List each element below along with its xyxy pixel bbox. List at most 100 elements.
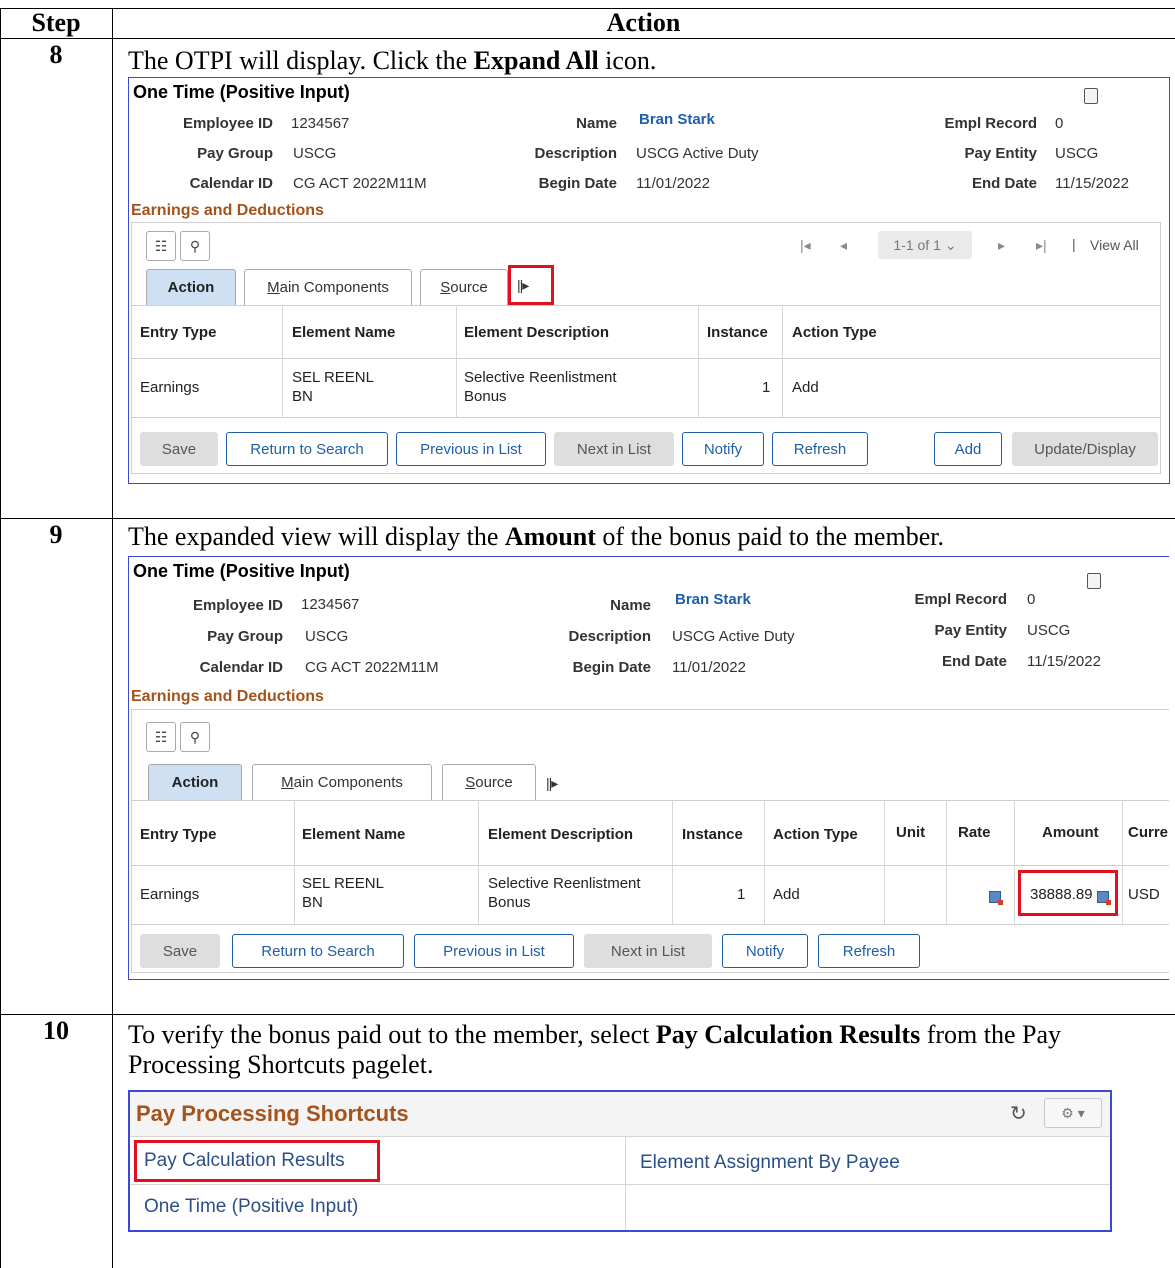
calendar-id-value: CG ACT 2022M11M: [293, 175, 427, 192]
element-assignment-by-payee-link[interactable]: Element Assignment By Payee: [640, 1152, 900, 1174]
row-entry-type: Earnings: [140, 379, 200, 396]
settings-gear-icon[interactable]: ⚙ ▾: [1044, 1098, 1102, 1128]
notepad-icon[interactable]: [1084, 88, 1098, 104]
pay-group-label: Pay Group: [207, 628, 283, 645]
step-number-10: 10: [43, 1016, 69, 1045]
refresh-icon[interactable]: ↻: [1010, 1101, 1027, 1126]
empl-record-label: Empl Record: [944, 115, 1037, 132]
search-icon[interactable]: ⚲: [180, 722, 210, 752]
name-value[interactable]: Bran Stark: [675, 591, 751, 608]
calendar-id-label: Calendar ID: [199, 659, 283, 676]
pay-processing-shortcuts-pagelet: Pay Processing Shortcuts ↻ ⚙ ▾ Pay Calcu…: [128, 1090, 1112, 1232]
notify-button[interactable]: Notify: [682, 432, 764, 466]
tab-source[interactable]: Source: [420, 269, 508, 305]
col-instance: Instance: [682, 826, 743, 843]
collapse-all-icon[interactable]: ||▸: [546, 775, 558, 792]
view-all-link[interactable]: View All: [1090, 237, 1139, 253]
step-10-instruction: To verify the bonus paid out to the memb…: [128, 1020, 1061, 1079]
col-entry-type: Entry Type: [140, 324, 217, 341]
step-column-header: Step: [31, 8, 81, 37]
personalize-grid-icon[interactable]: ☷: [146, 722, 176, 752]
col-amount: Amount: [1042, 824, 1099, 841]
earnings-grid: ☷ ⚲ Action Main Components Source ||▸ En…: [131, 709, 1169, 973]
tab-source[interactable]: Source: [442, 764, 536, 800]
return-to-search-button[interactable]: Return to Search: [232, 934, 404, 968]
next-in-list-button[interactable]: Next in List: [584, 934, 712, 968]
pager-range-select[interactable]: 1-1 of 1 ⌄: [878, 231, 972, 259]
col-unit: Unit: [896, 824, 926, 841]
employee-id-value: 1234567: [291, 115, 350, 132]
next-in-list-button[interactable]: Next in List: [554, 432, 674, 466]
step-number-8: 8: [49, 40, 63, 69]
row-action-type: Add: [792, 379, 819, 396]
col-currency: Curre: [1128, 824, 1169, 841]
row-action-type: Add: [773, 886, 800, 903]
description-label: Description: [568, 628, 651, 645]
col-element-description: Element Description: [488, 826, 634, 843]
previous-in-list-button[interactable]: Previous in List: [414, 934, 574, 968]
tab-main-components[interactable]: Main Components: [244, 269, 412, 305]
otpi-screenshot-collapsed: One Time (Positive Input) Employee ID 12…: [128, 77, 1170, 484]
page-title: One Time (Positive Input): [133, 561, 350, 581]
search-icon[interactable]: ⚲: [180, 231, 210, 261]
prev-page-icon[interactable]: ◂: [840, 237, 847, 254]
earnings-deductions-heading: Earnings and Deductions: [131, 688, 324, 705]
refresh-button[interactable]: Refresh: [772, 432, 868, 466]
col-element-description: Element Description: [464, 324, 610, 341]
previous-in-list-button[interactable]: Previous in List: [396, 432, 546, 466]
tab-action[interactable]: Action: [148, 764, 242, 800]
employee-id-value: 1234567: [301, 596, 360, 613]
add-button[interactable]: Add: [934, 432, 1002, 466]
amount-highlight: [1018, 870, 1118, 916]
return-to-search-button[interactable]: Return to Search: [226, 432, 388, 466]
employee-id-label: Employee ID: [182, 115, 273, 132]
notify-button[interactable]: Notify: [722, 934, 808, 968]
table-row: [132, 864, 1169, 925]
row-entry-type: Earnings: [140, 886, 200, 903]
begin-date-value: 11/01/2022: [672, 659, 746, 676]
save-button[interactable]: Save: [140, 934, 220, 968]
name-value[interactable]: Bran Stark: [639, 111, 715, 128]
pay-group-value: USCG: [293, 145, 337, 162]
save-button[interactable]: Save: [140, 432, 218, 466]
col-action-type: Action Type: [792, 324, 877, 341]
earnings-deductions-heading: Earnings and Deductions: [131, 202, 324, 219]
action-column-header: Action: [606, 8, 681, 37]
row-element-description: Selective Reenlistment Bonus: [464, 369, 617, 405]
col-entry-type: Entry Type: [140, 826, 217, 843]
col-element-name: Element Name: [292, 324, 396, 341]
grid-header-row: [132, 305, 1160, 359]
begin-date-label: Begin Date: [572, 659, 651, 676]
one-time-positive-input-link[interactable]: One Time (Positive Input): [144, 1196, 358, 1218]
pay-calculation-results-highlight: [134, 1140, 380, 1182]
end-date-label: End Date: [941, 653, 1007, 670]
page-title: One Time (Positive Input): [133, 82, 350, 102]
pay-entity-value: USCG: [1055, 145, 1099, 162]
first-page-icon[interactable]: |◂: [800, 237, 811, 254]
col-rate: Rate: [958, 824, 991, 841]
step-8-instruction: The OTPI will display. Click the Expand …: [128, 46, 657, 75]
refresh-button[interactable]: Refresh: [818, 934, 920, 968]
description-label: Description: [534, 145, 617, 162]
rate-detail-icon[interactable]: [989, 891, 1003, 905]
shortcut-grid-vline: [625, 1136, 626, 1230]
row-instance: 1: [737, 886, 746, 903]
empl-record-label: Empl Record: [914, 591, 1007, 608]
begin-date-label: Begin Date: [538, 175, 617, 192]
update-display-button[interactable]: Update/Display: [1012, 432, 1158, 466]
name-label: Name: [610, 597, 651, 614]
pay-group-label: Pay Group: [197, 145, 273, 162]
name-label: Name: [576, 115, 617, 132]
pagelet-title: Pay Processing Shortcuts: [136, 1101, 409, 1126]
tab-action[interactable]: Action: [146, 269, 236, 305]
description-value: USCG Active Duty: [672, 628, 795, 645]
row-instance: 1: [762, 379, 771, 396]
personalize-grid-icon[interactable]: ☷: [146, 231, 176, 261]
shortcut-grid-hline: [130, 1184, 1110, 1185]
notepad-icon[interactable]: [1087, 573, 1101, 589]
end-date-value: 11/15/2022: [1055, 175, 1129, 192]
calendar-id-label: Calendar ID: [189, 175, 273, 192]
last-page-icon[interactable]: ▸|: [1036, 237, 1047, 254]
tab-main-components[interactable]: Main Components: [252, 764, 432, 800]
next-page-icon[interactable]: ▸: [998, 237, 1005, 254]
